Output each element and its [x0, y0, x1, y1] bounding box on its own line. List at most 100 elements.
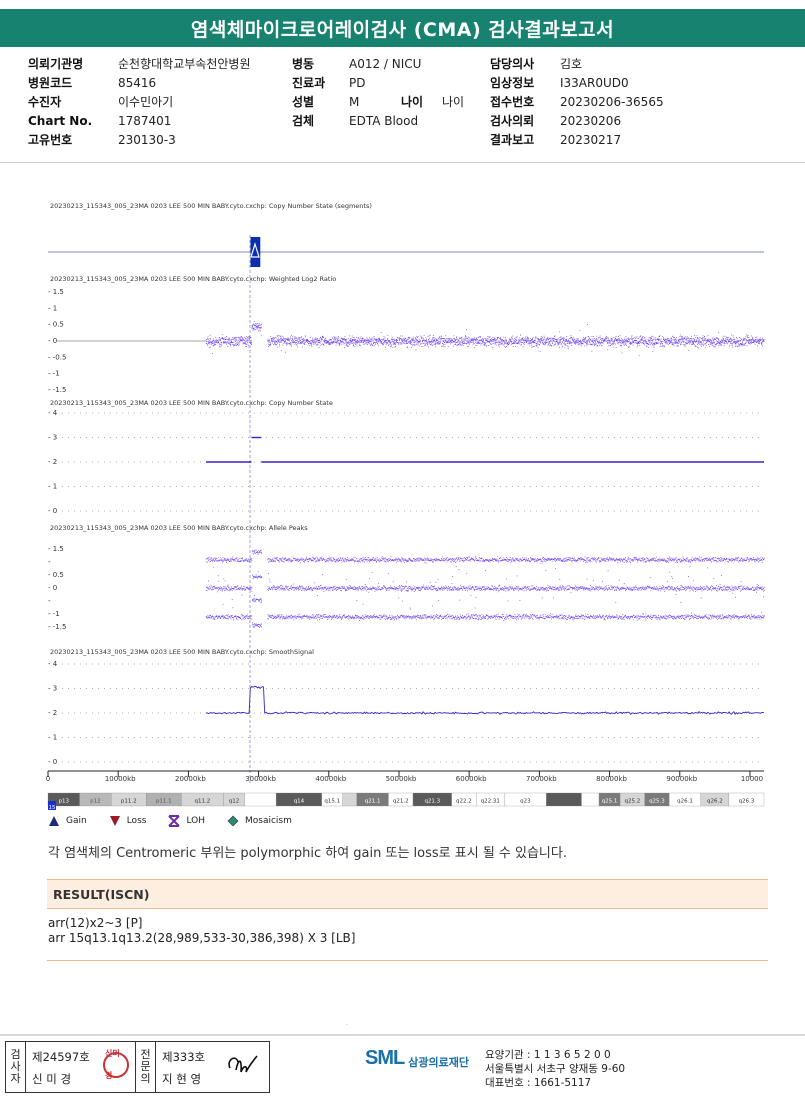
log2-point: [235, 343, 237, 344]
log2-point: [444, 345, 446, 347]
allele-point: [331, 587, 332, 588]
allele-point: [346, 559, 348, 560]
log2-point: [726, 342, 728, 344]
allele-point: [375, 587, 377, 589]
allele-point: [336, 558, 338, 560]
log2-point: [252, 326, 253, 328]
log2-point: [642, 339, 644, 341]
allele-point: [249, 560, 251, 562]
log2-point: [587, 343, 589, 345]
allele-point: [316, 588, 318, 590]
allele-point: [290, 586, 292, 587]
allele-point: [234, 615, 236, 617]
log2-point: [436, 341, 438, 343]
allele-point: [205, 590, 207, 591]
log2-point: [458, 340, 460, 342]
allele-point: [294, 559, 296, 561]
log2-point: [566, 339, 567, 341]
allele-point: [268, 618, 269, 620]
allele-point: [386, 616, 388, 618]
log2-point: [240, 338, 241, 340]
info-label: 검사의뢰: [490, 114, 535, 128]
log2-point: [218, 339, 220, 340]
allele-point: [212, 615, 213, 617]
log2-point: [712, 338, 714, 340]
log2-point: [721, 339, 723, 340]
log2-point: [292, 339, 294, 341]
info-row: 검사의뢰 20230206: [490, 112, 664, 131]
log2-point: [382, 339, 384, 341]
allele-point: [343, 560, 344, 562]
log2-point: [759, 339, 761, 340]
log2-point: [728, 341, 730, 343]
log2-point: [333, 341, 335, 342]
log2-point: [286, 343, 288, 345]
allele-point: [227, 616, 229, 617]
log2-point: [272, 341, 274, 342]
allele-point: [254, 598, 255, 600]
allele-point: [401, 600, 403, 602]
log2-point: [664, 339, 666, 341]
log2-point: [395, 342, 397, 343]
log2-point: [757, 342, 759, 343]
allele-point: [243, 560, 245, 562]
allele-point: [233, 619, 234, 621]
log2-point: [379, 338, 380, 340]
allele-point: [395, 557, 397, 559]
log2-point: [673, 345, 675, 347]
log2-point: [746, 345, 748, 347]
allele-point: [212, 566, 214, 568]
log2-point: [652, 351, 654, 353]
log2-point: [441, 339, 443, 341]
allele-point: [273, 560, 274, 561]
log2-point: [286, 342, 288, 344]
log2-point: [475, 342, 477, 343]
allele-point: [408, 589, 409, 591]
log2-point: [464, 337, 466, 339]
log2-point: [548, 343, 550, 345]
allele-point: [327, 558, 329, 559]
log2-point: [247, 337, 248, 338]
log2-point: [606, 340, 608, 342]
allele-point: [303, 616, 304, 618]
allele-point: [359, 558, 361, 560]
allele-point: [257, 552, 258, 553]
log2-point: [584, 340, 586, 342]
allele-point: [376, 616, 378, 618]
log2-point: [599, 340, 600, 342]
log2-point: [662, 341, 664, 342]
allele-point: [316, 588, 318, 589]
info-value: A012 / NICU: [349, 57, 422, 71]
log2-point: [311, 340, 312, 341]
log2-point: [207, 337, 208, 339]
log2-point: [751, 340, 752, 342]
allele-point: [252, 550, 254, 552]
allele-point: [337, 559, 339, 561]
log2-point: [531, 341, 533, 343]
allele-point: [377, 585, 379, 587]
allele-point: [223, 560, 225, 562]
allele-point: [285, 585, 286, 587]
log2-point: [449, 338, 451, 340]
allele-point: [268, 586, 270, 588]
allele-point: [359, 561, 361, 563]
log2-point: [248, 341, 250, 343]
log2-point: [516, 336, 518, 338]
allele-point: [271, 586, 273, 588]
cn-tick: - 1: [48, 483, 57, 491]
log2-point: [268, 343, 269, 345]
allele-point: [252, 598, 253, 600]
log2-point: [369, 338, 371, 340]
allele-point: [282, 616, 284, 618]
log2-point: [565, 341, 567, 342]
allele-point: [397, 560, 399, 562]
log2-point: [451, 340, 452, 342]
allele-point: [273, 560, 275, 562]
log2-point: [224, 337, 226, 339]
log2-point: [236, 341, 238, 343]
log2-point: [416, 340, 417, 342]
log2-point: [523, 343, 525, 344]
allele-point: [237, 585, 239, 587]
log2-point: [410, 343, 411, 344]
allele-point: [381, 588, 383, 589]
